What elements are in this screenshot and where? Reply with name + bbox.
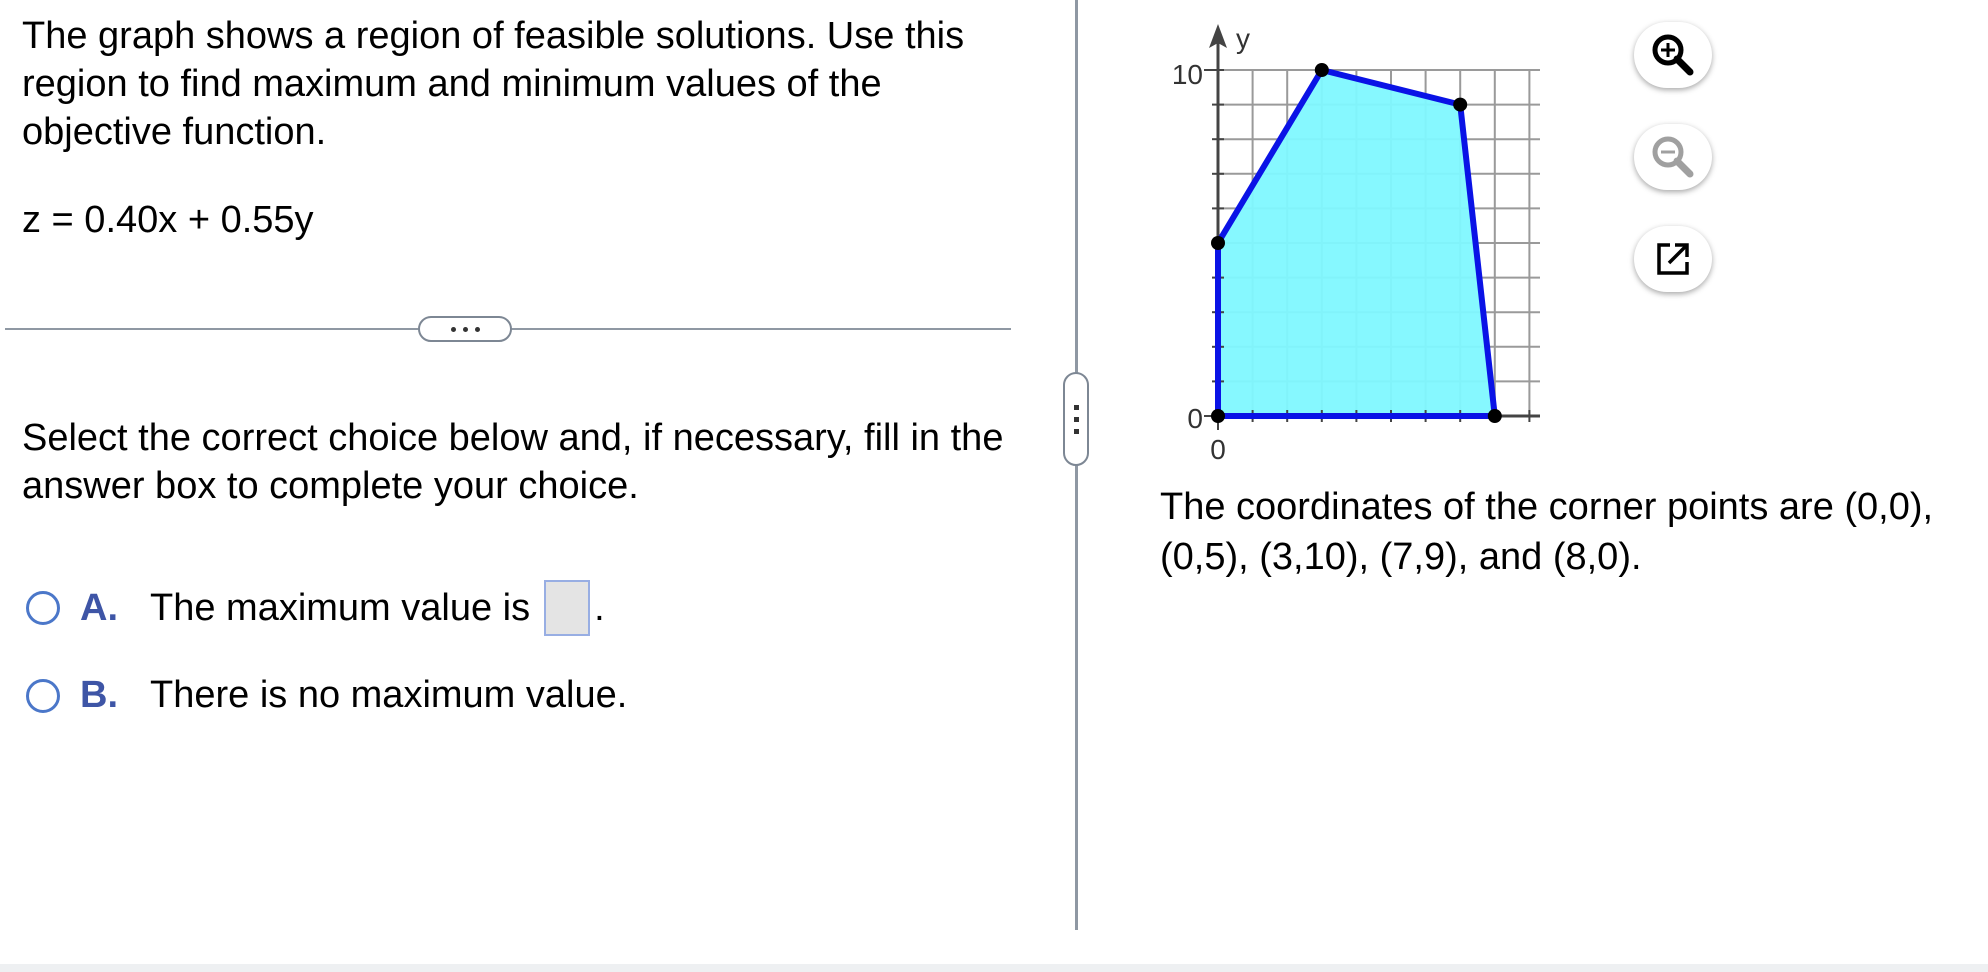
objective-function: z = 0.40x + 0.55y <box>22 199 314 241</box>
bottom-bar <box>0 964 1988 972</box>
choice-b-letter: B. <box>80 674 118 716</box>
feasible-region <box>1218 70 1495 416</box>
x-tick-label-0: 0 <box>1210 434 1226 465</box>
corner-point <box>1487 409 1502 423</box>
dot-icon <box>450 326 456 332</box>
zoom-in-button[interactable] <box>1634 22 1712 88</box>
choice-b-text: There is no maximum value. <box>150 674 628 716</box>
corner-point <box>1314 63 1329 77</box>
question-prompt: The graph shows a region of feasible sol… <box>22 15 965 153</box>
feasible-region-graph: y x 10 0 0 10 <box>1172 23 1540 465</box>
choice-a-text: The maximum value is <box>150 586 531 629</box>
expand-more-button[interactable] <box>418 316 512 342</box>
dot-icon <box>1073 416 1079 422</box>
dot-icon <box>1073 404 1079 410</box>
choice-a-period: . <box>594 586 605 629</box>
y-tick-label-0: 0 <box>1187 403 1203 434</box>
dot-icon <box>462 326 468 332</box>
zoom-in-icon <box>1652 34 1694 76</box>
question-pane: The graph shows a region of feasible sol… <box>0 0 1045 930</box>
corner-point <box>1211 236 1225 250</box>
dot-icon <box>474 326 480 332</box>
max-value-input[interactable] <box>544 580 591 636</box>
zoom-out-icon <box>1652 136 1694 178</box>
external-link-icon <box>1657 243 1689 275</box>
open-new-window-button[interactable] <box>1634 226 1712 292</box>
choice-b[interactable]: B. There is no maximum value. <box>26 674 627 717</box>
choice-instruction: Select the correct choice below and, if … <box>22 417 1004 507</box>
dot-icon <box>1073 428 1079 434</box>
corner-points-text: The coordinates of the corner points are… <box>1160 486 1934 578</box>
corner-point <box>1453 97 1468 112</box>
choice-a[interactable]: A. The maximum value is . <box>26 580 605 636</box>
graph-pane: y x 10 0 0 10 The coordinates of the cor… <box>1080 0 1988 930</box>
choice-a-letter: A. <box>80 586 118 629</box>
choice-b-radio[interactable] <box>26 678 60 713</box>
corner-point <box>1211 409 1225 423</box>
zoom-out-button[interactable] <box>1634 124 1712 190</box>
y-tick-label-10: 10 <box>1172 59 1203 90</box>
choice-a-radio[interactable] <box>26 591 60 625</box>
y-axis-label: y <box>1236 23 1250 54</box>
